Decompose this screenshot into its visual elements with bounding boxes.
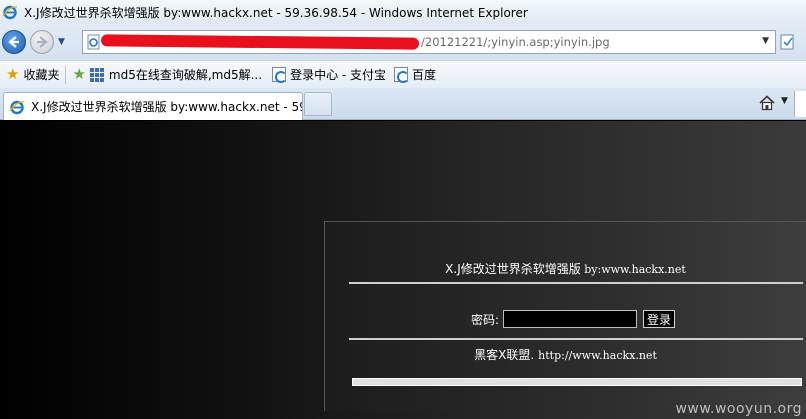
history-dropdown-icon[interactable]: ▼ [58, 37, 65, 47]
forward-button[interactable] [30, 30, 54, 54]
navigation-toolbar: ▼ /20121221/;yinyin.asp;yinyin.jpg ▼ [0, 24, 806, 60]
footer-brand: 黑客X联盟. [474, 348, 535, 362]
home-icon[interactable] [758, 94, 776, 112]
tab-strip: X.J修改过世界杀软增强版 by:www.hackx.net - 59.... … [0, 88, 806, 120]
home-dropdown-icon[interactable]: ▼ [781, 96, 788, 106]
password-label: 密码: [471, 312, 500, 327]
login-panel: X.J修改过世界杀软增强版 by:www.hackx.net 密码: 登录 黑客… [324, 221, 806, 411]
new-tab-button[interactable] [304, 92, 332, 116]
address-bar[interactable]: /20121221/;yinyin.asp;yinyin.jpg ▼ [82, 30, 776, 54]
panel-heading-by: by:www.hackx.net [580, 263, 686, 276]
url-redaction-mark [100, 34, 420, 50]
toolbar-separator [65, 65, 67, 84]
divider-bottom [349, 338, 803, 340]
divider-top [349, 282, 803, 284]
star-icon: ★ [6, 65, 20, 83]
login-button[interactable]: 登录 [643, 310, 676, 328]
favorite-link-md5[interactable]: md5在线查询破解,md5解... [89, 66, 263, 83]
ie-logo-icon [9, 99, 25, 115]
grid-icon [89, 67, 104, 82]
favorite-link-label: md5在线查询破解,md5解... [108, 68, 263, 82]
favorites-label: 收藏夹 [23, 68, 60, 82]
add-favorite-icon[interactable]: ★ [72, 67, 85, 82]
favorite-link-label: 登录中心 - 支付宝 [290, 68, 387, 82]
compatibility-view-icon[interactable] [778, 32, 798, 52]
favorites-button[interactable]: ★ 收藏夹 [6, 66, 59, 83]
panel-footer: 黑客X联盟. http://www.hackx.net [325, 346, 806, 363]
panel-heading-title: X.J修改过世界杀软增强版 [445, 262, 581, 276]
window-titlebar: X.J修改过世界杀软增强版 by:www.hackx.net - 59.36.9… [0, 0, 806, 24]
arrow-left-icon [8, 36, 19, 48]
ie-page-icon [394, 67, 410, 83]
address-dropdown-icon[interactable]: ▼ [762, 36, 769, 46]
favorite-link-label: 百度 [412, 68, 437, 82]
login-form: 密码: 登录 [471, 310, 676, 328]
tab-active[interactable]: X.J修改过世界杀软增强版 by:www.hackx.net - 59.... [3, 92, 303, 120]
panel-heading: X.J修改过世界杀软增强版 by:www.hackx.net [325, 260, 806, 277]
favorite-link-alipay[interactable]: 登录中心 - 支付宝 [272, 66, 386, 83]
status-bar-box [352, 378, 802, 386]
watermark: www.wooyun.org [675, 401, 802, 417]
url-text: /20121221/;yinyin.asp;yinyin.jpg [421, 35, 610, 49]
password-input[interactable] [503, 310, 638, 328]
page-favicon-icon [86, 34, 102, 50]
toolbar-overflow-edge [794, 91, 806, 117]
back-button[interactable] [2, 30, 26, 54]
favorite-link-baidu[interactable]: 百度 [394, 66, 436, 83]
footer-url: http://www.hackx.net [538, 349, 657, 362]
ie-page-icon [272, 67, 288, 83]
arrow-right-icon [37, 36, 48, 48]
tab-title: X.J修改过世界杀软增强版 by:www.hackx.net - 59.... [31, 100, 302, 114]
ie-logo-icon [2, 4, 18, 20]
window-title: X.J修改过世界杀软增强版 by:www.hackx.net - 59.36.9… [24, 5, 528, 20]
page-content: X.J修改过世界杀软增强版 by:www.hackx.net 密码: 登录 黑客… [0, 121, 806, 419]
favorites-bar: ★ 收藏夹 ★ md5在线查询破解,md5解... 登录中心 - 支付宝 百度 [0, 60, 806, 88]
